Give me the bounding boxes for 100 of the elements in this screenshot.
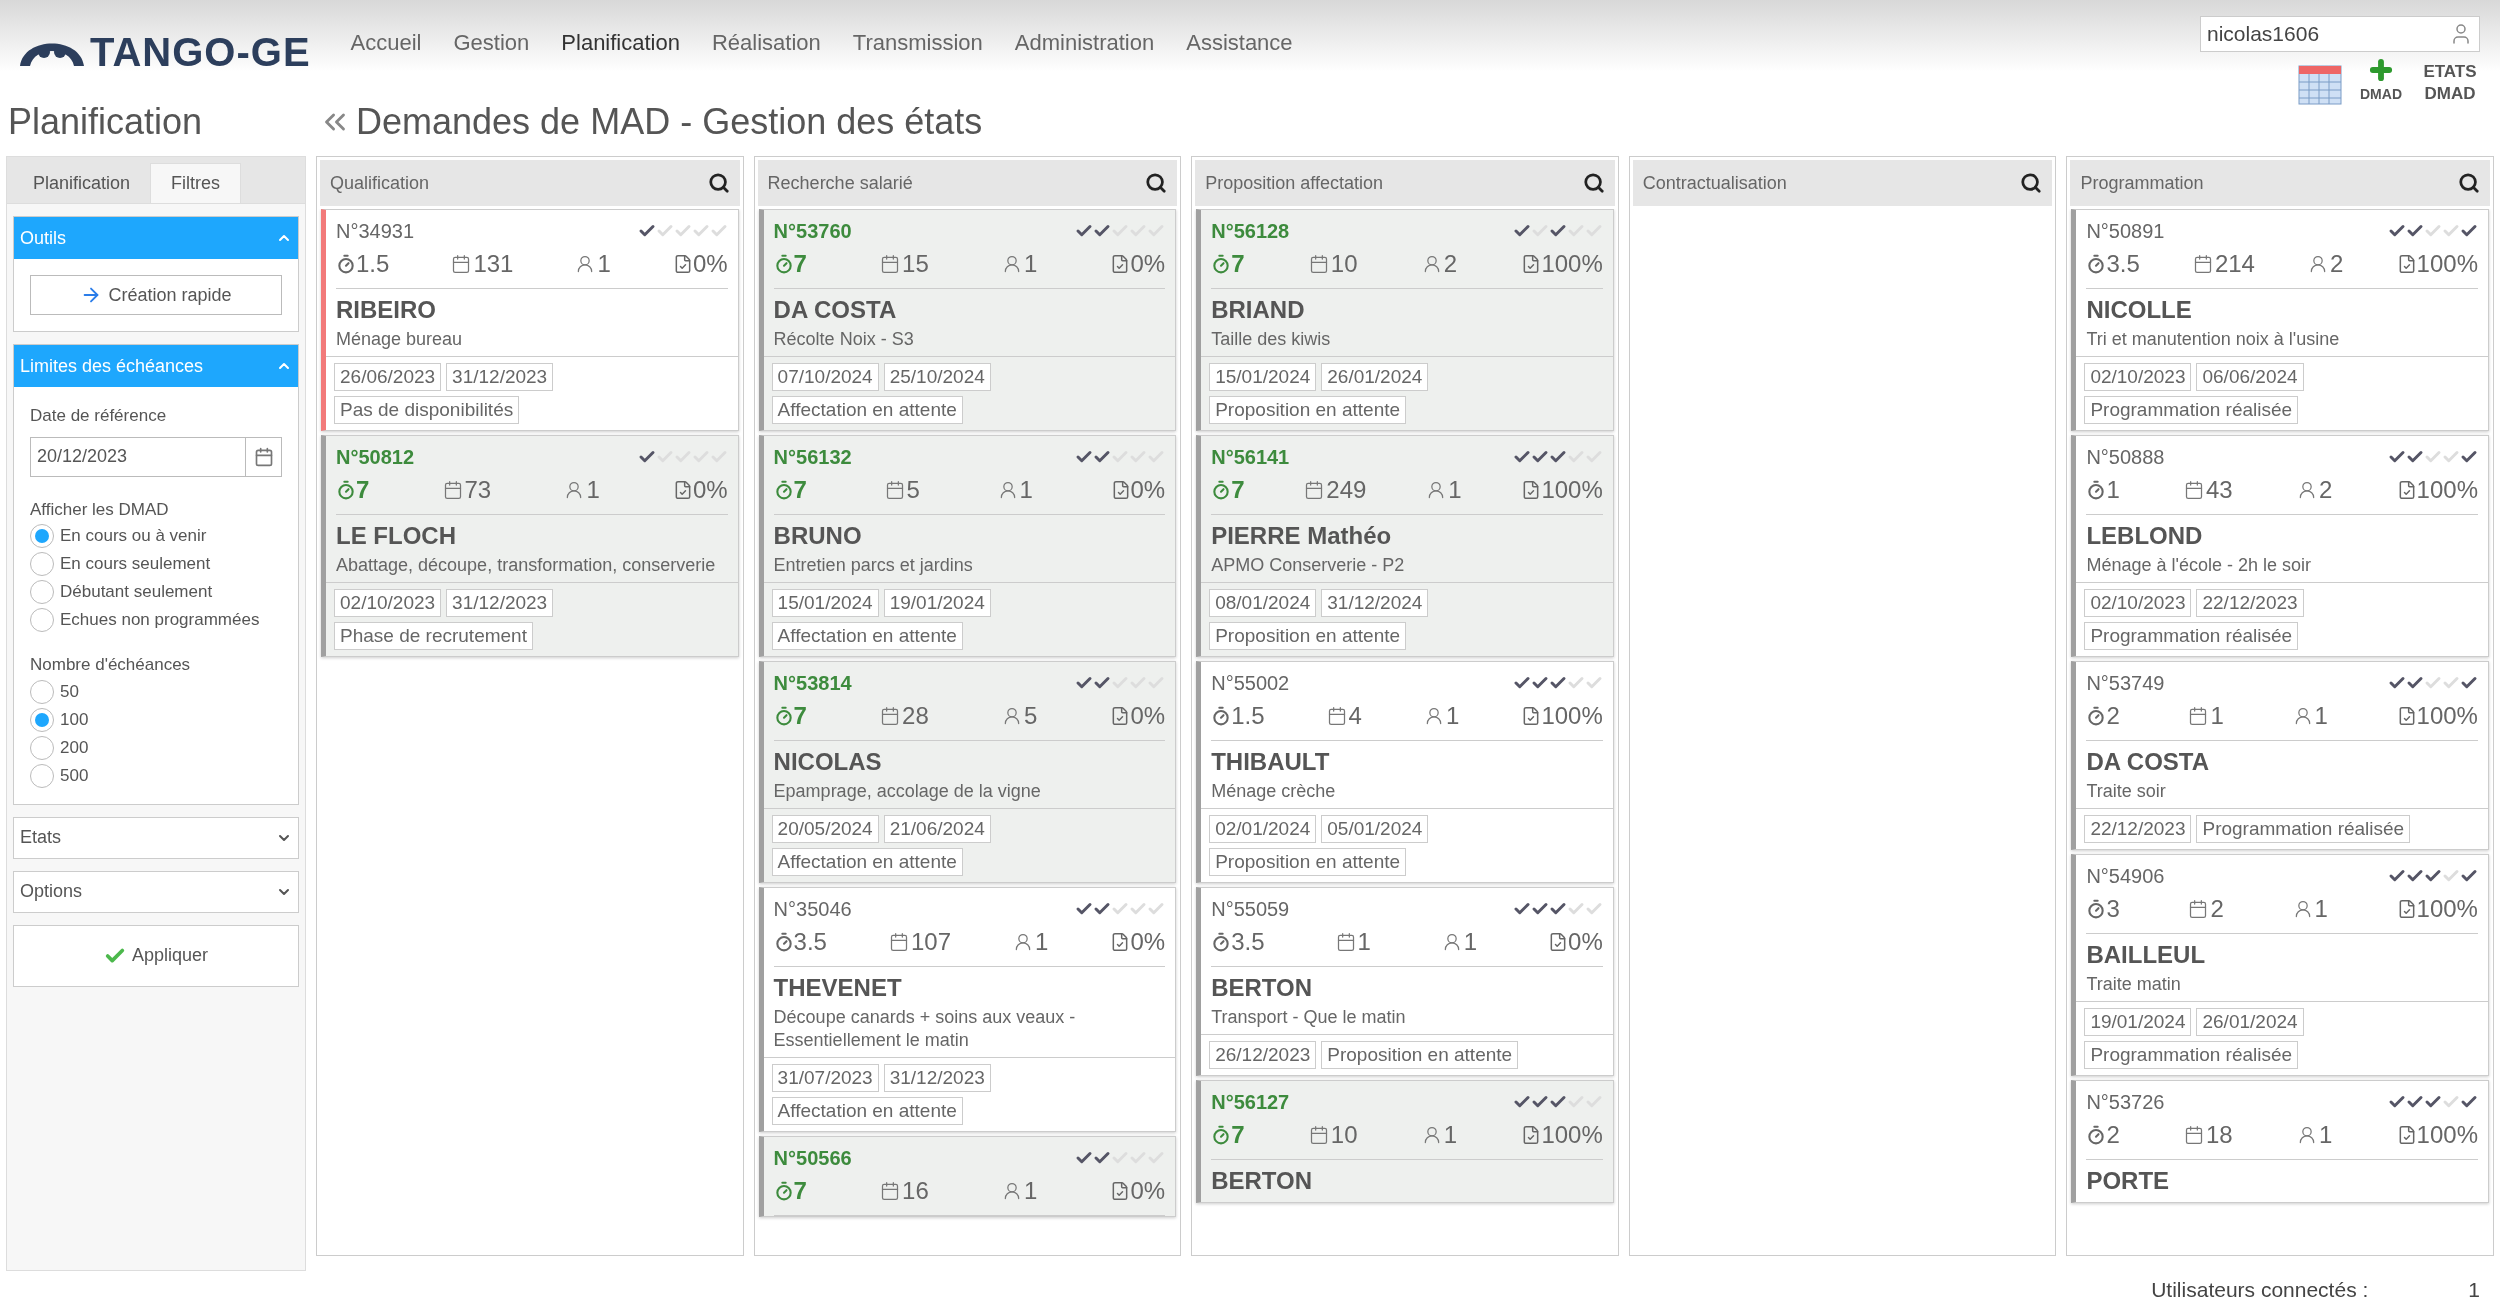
date-field[interactable]: 20/12/2023 <box>30 436 282 477</box>
states-link[interactable]: ETATS DMAD <box>2420 61 2480 105</box>
nav-link[interactable]: Transmission <box>852 26 983 59</box>
calendar-icon <box>880 1181 901 1201</box>
panel-header[interactable]: Etats <box>13 816 299 859</box>
request-number: N°53726 <box>2086 1090 2165 1115</box>
request-card[interactable]: N°54906 3 2 1 100% BAILLEUL Traite matin 19/01/2024 26/01/2024 Programmation réalisée <box>2071 854 2489 1076</box>
nav-link[interactable]: Réalisation <box>711 26 821 59</box>
employee-name: NICOLAS <box>773 747 883 777</box>
day-count: 16 <box>902 1176 929 1206</box>
request-number: N°56132 <box>773 445 852 470</box>
radio-button[interactable] <box>30 679 54 704</box>
quick-create-button[interactable]: Création rapide <box>30 275 282 315</box>
date-tag: 15/01/2024 <box>1209 363 1317 391</box>
employee-name: NICOLLE <box>2086 295 2193 325</box>
request-card[interactable]: N°50891 3.5 214 2 100% NICOLLE Tri et manutention noix à l'usine 02/10/2023 06/06/2024 Programmation réalisée <box>2071 209 2489 431</box>
person-count: 1 <box>2314 894 2328 924</box>
duration: 7 <box>793 701 807 731</box>
date-tag: 31/12/2023 <box>446 589 554 617</box>
display-label: Afficher les DMAD <box>30 498 170 521</box>
sidebar-tab[interactable]: Filtres <box>150 163 242 203</box>
radio-button[interactable] <box>30 707 54 732</box>
day-count: 2 <box>2210 894 2224 924</box>
request-card[interactable]: N°34931 1.5 131 1 0% RIBEIRO Ménage bureau 26/06/2023 31/12/2023 Pas de disponibilités <box>321 209 739 431</box>
search-icon[interactable] <box>2458 172 2480 194</box>
stopwatch-icon <box>773 480 794 500</box>
employee-name: BRIAND <box>1211 295 1306 325</box>
request-card[interactable]: N°56132 7 5 1 0% BRUNO Entretien parcs et jardins 15/01/2024 19/01/2024 Affectation en attente <box>758 435 1177 657</box>
request-card[interactable]: N°55002 1.5 4 1 100% THIBAULT Ménage crèche 02/01/2024 05/01/2024 Proposition en attente <box>1196 661 1614 883</box>
search-icon[interactable] <box>1582 172 1605 194</box>
radio-button[interactable] <box>30 524 54 548</box>
person-count: 1 <box>1023 1176 1038 1206</box>
search-icon[interactable] <box>2020 172 2043 194</box>
search-icon[interactable] <box>707 172 730 194</box>
request-card[interactable]: N°35046 3.5 107 1 0% THEVENET Découpe canards + soins aux veaux - Essentiellement le matin 31/07/2023 31/12/2023 Affectation en attente <box>758 887 1177 1132</box>
person-count: 1 <box>1446 701 1460 731</box>
user-field[interactable]: nicolas1606 <box>2200 16 2480 52</box>
nav-link[interactable]: Administration <box>1014 26 1155 59</box>
radio-button[interactable] <box>30 552 54 576</box>
day-count: 249 <box>1326 475 1367 505</box>
request-card[interactable]: N°53726 2 18 1 100% PORTE <box>2071 1080 2489 1203</box>
radio-label: 50 <box>60 680 79 703</box>
job-description: Taille des kiwis <box>1211 328 1332 351</box>
duration: 3.5 <box>1231 927 1265 957</box>
request-card[interactable]: N°56127 7 10 1 100% BERTON <box>1196 1080 1614 1203</box>
nav-link[interactable]: Assistance <box>1186 26 1293 59</box>
sidebar-tab[interactable]: Planification <box>13 163 151 203</box>
calendar-icon <box>1304 480 1325 500</box>
calendar-icon <box>1335 932 1356 952</box>
day-count: 1 <box>2210 701 2224 731</box>
calendar-icon <box>2184 480 2204 500</box>
radio-button[interactable] <box>30 735 54 760</box>
progress-percent: 0% <box>692 475 728 505</box>
request-card[interactable]: N°56128 7 10 2 100% BRIAND Taille des kiwis 15/01/2024 26/01/2024 Proposition en attente <box>1196 209 1614 431</box>
request-card[interactable]: N°53749 2 1 1 100% DA COSTA Traite soir 22/12/2023 Programmation réalisée <box>2071 661 2489 850</box>
radio-button[interactable] <box>30 763 54 788</box>
nav-link[interactable]: Accueil <box>350 26 422 59</box>
add-request-label[interactable]: DMAD <box>2360 84 2402 105</box>
request-card[interactable]: N°56141 7 249 1 100% PIERRE Mathéo APMO Conserverie - P2 08/01/2024 31/12/2024 Proposition en attente <box>1196 435 1614 657</box>
connected-users-count: 1 <box>2468 1277 2480 1304</box>
request-number: N°50891 <box>2086 219 2165 244</box>
date-tag: 05/01/2024 <box>1321 815 1429 843</box>
column-title: Qualification <box>330 171 430 195</box>
request-number: N°50812 <box>336 445 415 470</box>
column-title: Proposition affectation <box>1205 171 1383 195</box>
search-icon[interactable] <box>1145 172 1168 194</box>
add-icon[interactable] <box>2367 56 2395 84</box>
duration: 3.5 <box>793 927 827 957</box>
day-count: 107 <box>911 927 952 957</box>
request-card[interactable]: N°53814 7 28 5 0% NICOLAS Epamprage, accolage de la vigne 20/05/2024 21/06/2024 Affectation en attente <box>758 661 1177 883</box>
duration: 7 <box>356 475 370 505</box>
progress-percent: 0% <box>1130 927 1166 957</box>
progress-percent: 0% <box>1130 475 1166 505</box>
job-description: Transport - Que le matin <box>1211 1006 1407 1029</box>
nav-link[interactable]: Planification <box>561 26 680 59</box>
radio-label: En cours ou à venir <box>60 525 207 547</box>
request-card[interactable]: N°50812 7 73 1 0% LE FLOCH Abattage, découpe, transformation, conserverie 02/10/2023 31/12/2023 Phase de recrutement <box>321 435 739 657</box>
calendar-icon[interactable] <box>2298 65 2342 105</box>
request-card[interactable]: N°55059 3.5 1 1 0% BERTON Transport - Que le matin 26/12/2023 Proposition en attente <box>1196 887 1614 1076</box>
panel-header[interactable]: Options <box>13 870 299 913</box>
nav-link[interactable]: Gestion <box>453 26 530 59</box>
apply-button[interactable]: Appliquer <box>13 924 299 987</box>
date-tag: 26/06/2023 <box>334 363 442 391</box>
calendar-icon <box>1308 1125 1329 1145</box>
duration: 7 <box>793 475 807 505</box>
radio-button[interactable] <box>30 608 54 632</box>
duration: 1.5 <box>1231 701 1265 731</box>
request-number: N°34931 <box>336 219 415 244</box>
request-card[interactable]: N°50566 7 16 1 0% <box>758 1136 1177 1217</box>
stopwatch-icon <box>773 932 794 952</box>
employee-name: BERTON <box>1211 973 1314 1003</box>
person-count: 2 <box>1443 249 1458 279</box>
stopwatch-icon <box>773 706 794 726</box>
radio-button[interactable] <box>30 580 54 604</box>
request-card[interactable]: N°50888 1 43 2 100% LEBLOND Ménage à l'école - 2h le soir 02/10/2023 22/12/2023 Programmation réalisée <box>2071 435 2489 657</box>
calendar-icon <box>884 480 905 500</box>
date-tag: 26/01/2024 <box>1321 363 1429 391</box>
progress-percent: 100% <box>2416 249 2478 279</box>
calendar-icon <box>1326 706 1347 726</box>
request-card[interactable]: N°53760 7 15 1 0% DA COSTA Récolte Noix - S3 07/10/2024 25/10/2024 Affectation en attente <box>758 209 1177 431</box>
